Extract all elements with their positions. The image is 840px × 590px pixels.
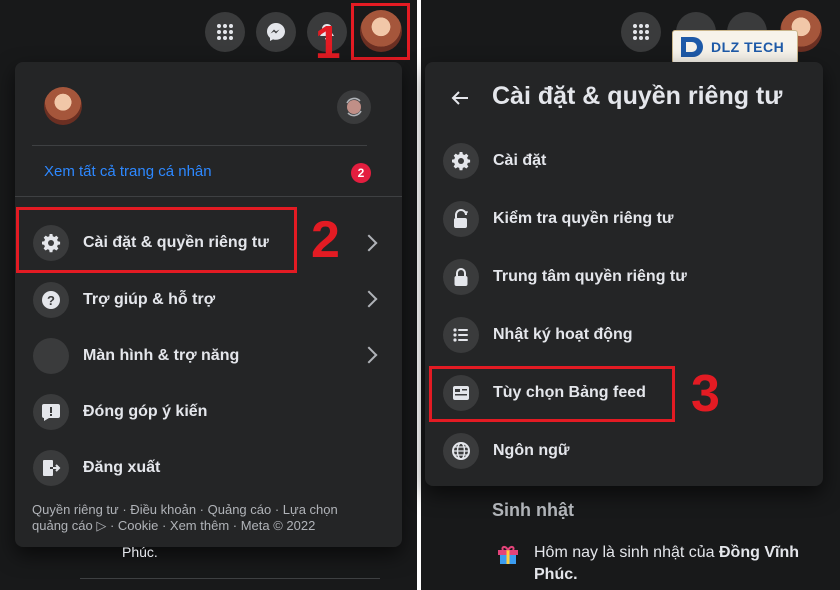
switch-profile-icon (346, 97, 362, 117)
menu-divider (32, 145, 367, 146)
feedback-icon (33, 394, 69, 430)
submenu-item-language[interactable]: Ngôn ngữ (443, 433, 569, 469)
see-all-profiles-link[interactable]: Xem tất cả trang cá nhân (44, 163, 212, 180)
dlz-logo-icon (681, 37, 703, 57)
grid-icon (633, 24, 649, 40)
step-number-3: 3 (691, 365, 720, 423)
svg-text:?: ? (47, 293, 55, 308)
background-text: Phúc. (122, 544, 158, 560)
watermark-brand: DLZ TECH (711, 39, 785, 55)
menu-grid-button[interactable] (205, 12, 245, 52)
messenger-button[interactable] (256, 12, 296, 52)
menu-item-logout[interactable]: Đăng xuất (33, 450, 160, 486)
footer-links-line-2[interactable]: quảng cáo ▷ · Cookie · Xem thêm · Meta ©… (32, 518, 315, 534)
list-icon (443, 317, 479, 353)
submenu-item-label: Trung tâm quyền riêng tư (493, 268, 687, 285)
lock-icon (443, 259, 479, 295)
grid-icon (217, 24, 233, 40)
menu-grid-button[interactable] (621, 12, 661, 52)
menu-item-label: Trợ giúp & hỗ trợ (83, 291, 216, 308)
birthday-text: Hôm nay là sinh nhật của Đồng Vĩnh Phúc. (534, 542, 824, 586)
highlight-box-1 (351, 3, 410, 60)
menu-item-label: Đăng xuất (83, 459, 161, 476)
background-divider (80, 578, 380, 579)
switch-profile-button[interactable] (337, 90, 371, 124)
highlight-box-3 (429, 366, 675, 422)
footer-links-line-1[interactable]: Quyền riêng tư · Điều khoản · Quảng cáo … (32, 502, 338, 518)
birthday-name-line2[interactable]: Phúc. (534, 566, 578, 583)
submenu-item-label: Kiểm tra quyền riêng tư (493, 210, 674, 227)
arrow-left-icon (451, 91, 468, 105)
step-number-1: 1 (315, 16, 341, 68)
menu-item-label: Đóng góp ý kiến (83, 403, 208, 420)
help-icon: ? (33, 282, 69, 318)
submenu-item-privacy-checkup[interactable]: Kiểm tra quyền riêng tư (443, 201, 674, 237)
submenu-title: Cài đặt & quyền riêng tư (492, 82, 783, 110)
gear-icon (443, 143, 479, 179)
gift-icon (496, 541, 520, 565)
menu-item-feedback[interactable]: Đóng góp ý kiến (33, 394, 207, 430)
menu-item-label: Màn hình & trợ năng (83, 347, 240, 364)
birthday-prefix: Hôm nay là sinh nhật của (534, 544, 719, 561)
step-number-2: 2 (311, 211, 340, 269)
back-button[interactable] (448, 86, 472, 110)
notification-badge: 2 (351, 163, 371, 183)
birthday-name[interactable]: Đồng Vĩnh (719, 544, 799, 561)
lock-heart-icon (443, 201, 479, 237)
submenu-item-settings[interactable]: Cài đặt (443, 143, 546, 179)
logout-icon (33, 450, 69, 486)
birthday-heading: Sinh nhật (492, 500, 574, 520)
messenger-icon (267, 23, 285, 41)
submenu-item-label: Cài đặt (493, 152, 547, 169)
submenu-item-label: Nhật ký hoạt động (493, 326, 633, 343)
submenu-item-privacy-center[interactable]: Trung tâm quyền riêng tư (443, 259, 687, 295)
globe-icon (443, 433, 479, 469)
submenu-item-label: Ngôn ngữ (493, 442, 570, 459)
moon-icon (33, 338, 69, 374)
profile-avatar[interactable] (44, 87, 82, 125)
menu-item-help[interactable]: ? Trợ giúp & hỗ trợ (33, 282, 215, 318)
submenu-item-activity-log[interactable]: Nhật ký hoạt động (443, 317, 633, 353)
highlight-box-2 (16, 207, 297, 273)
menu-divider (15, 196, 402, 197)
menu-item-display[interactable]: Màn hình & trợ năng (33, 338, 239, 374)
dlz-tech-watermark: DLZ TECH (672, 30, 798, 64)
